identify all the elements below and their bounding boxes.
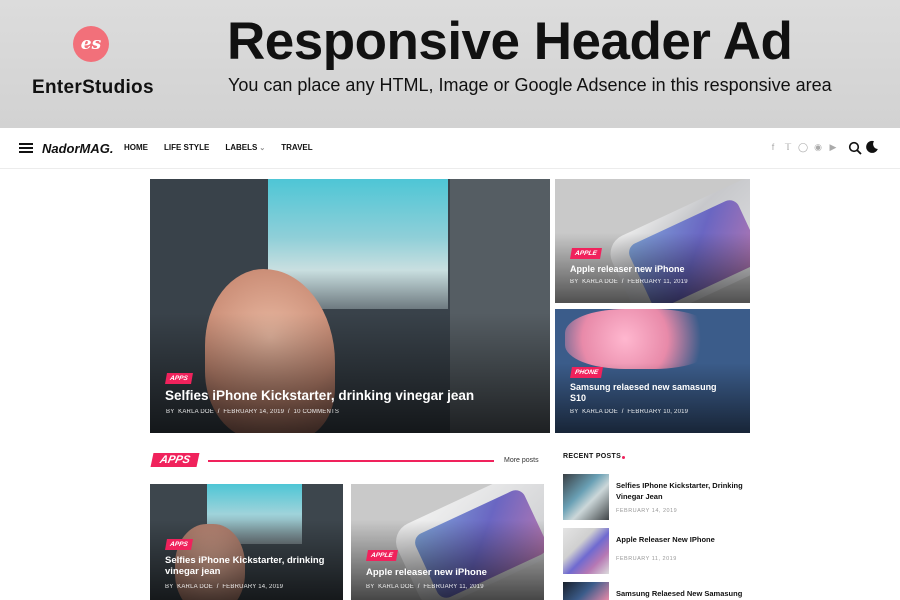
meta-date: FEBRUARY 14, 2019 (222, 584, 284, 590)
post-category-tag[interactable]: APPS (165, 539, 193, 550)
meta-author[interactable]: KARLA DOE (582, 409, 618, 415)
meta-comments[interactable]: 10 COMMENTS (294, 409, 340, 415)
recent-post-thumbnail[interactable] (563, 474, 609, 520)
meta-by: BY (165, 584, 174, 590)
instagram-icon[interactable]: ◯ (798, 142, 808, 152)
top-navbar: NadorMAG. HOME LIFE STYLE LABELS ⌄ TRAVEL… (0, 128, 900, 169)
enterstudios-logo: es (73, 26, 109, 62)
recent-post-thumbnail[interactable] (563, 582, 609, 600)
post-category-tag[interactable]: APPS (165, 373, 193, 384)
section-divider-line (208, 460, 494, 462)
post-meta: BY KARLA DOE / FEBRUARY 11, 2019 (366, 584, 484, 590)
recent-post-title[interactable]: Apple Releaser New IPhone (616, 534, 751, 545)
site-brand[interactable]: NadorMAG. (42, 141, 114, 156)
header-ad-banner[interactable]: es EnterStudios Responsive Header Ad You… (0, 0, 900, 128)
logo-text: es (80, 34, 102, 54)
post-category-tag[interactable]: APPLE (366, 550, 398, 561)
ad-title: Responsive Header Ad (227, 12, 793, 71)
menu-item-labels[interactable]: LABELS ⌄ (225, 143, 265, 152)
meta-by: BY (366, 584, 375, 590)
recent-post-title[interactable]: Samsung Relaesed New Samasung (616, 588, 751, 599)
menu-item-travel[interactable]: TRAVEL (281, 143, 312, 152)
meta-author[interactable]: KARLA DOE (178, 409, 214, 415)
twitter-icon[interactable]: 𝕋 (783, 142, 793, 152)
recent-posts-heading: RECENT POSTS (563, 453, 622, 460)
chevron-down-icon: ⌄ (259, 145, 266, 152)
more-posts-link[interactable]: More posts (504, 457, 539, 464)
meta-by: BY (570, 409, 579, 415)
featured-side-post[interactable]: APPLE Apple releaser new iPhone BY KARLA… (555, 179, 750, 303)
social-links: f 𝕋 ◯ ◉ ▶ (768, 142, 838, 152)
main-menu: HOME LIFE STYLE LABELS ⌄ TRAVEL (124, 143, 329, 152)
post-title[interactable]: Apple releaser new iPhone (366, 567, 487, 578)
ad-subtitle: You can place any HTML, Image or Google … (228, 75, 832, 95)
recent-post-date: FEBRUARY 11, 2019 (616, 556, 677, 562)
meta-date: FEBRUARY 10, 2019 (627, 409, 689, 415)
post-title[interactable]: Apple releaser new iPhone (570, 264, 685, 275)
post-category-tag[interactable]: PHONE (570, 367, 604, 378)
post-title[interactable]: Selfies iPhone Kickstarter, drinking vin… (165, 388, 474, 404)
meta-date: FEBRUARY 11, 2019 (423, 584, 484, 590)
apps-post-card[interactable]: APPS Selfies iPhone Kickstarter, drinkin… (150, 484, 343, 600)
post-image-nails (565, 309, 715, 369)
recent-post-thumbnail[interactable] (563, 528, 609, 574)
github-icon[interactable]: ◉ (813, 142, 823, 152)
post-title[interactable]: Samsung relaesed new samasung S10 (570, 382, 720, 404)
recent-post-item[interactable]: Samsung Relaesed New Samasung (563, 582, 753, 600)
meta-author[interactable]: KARLA DOE (177, 584, 213, 590)
meta-author[interactable]: KARLA DOE (378, 584, 414, 590)
meta-date: FEBRUARY 11, 2019 (627, 279, 688, 285)
featured-side-post[interactable]: PHONE Samsung relaesed new samasung S10 … (555, 309, 750, 433)
menu-item-life-style[interactable]: LIFE STYLE (164, 143, 209, 152)
hero-overlay (150, 313, 550, 433)
recent-post-item[interactable]: Apple Releaser New IPhone FEBRUARY 11, 2… (563, 528, 753, 574)
facebook-icon[interactable]: f (768, 142, 778, 152)
search-icon[interactable] (848, 141, 862, 155)
section-label-apps[interactable]: APPS (150, 453, 200, 467)
apps-post-card[interactable]: APPLE Apple releaser new iPhone BY KARLA… (351, 484, 544, 600)
recent-post-item[interactable]: Selfies IPhone Kickstarter, Drinking Vin… (563, 474, 753, 520)
menu-item-home[interactable]: HOME (124, 143, 148, 152)
post-meta: BY KARLA DOE / FEBRUARY 10, 2019 (570, 409, 689, 415)
recent-post-date: FEBRUARY 14, 2019 (616, 508, 678, 514)
post-category-tag[interactable]: APPLE (570, 248, 602, 259)
featured-main-post[interactable]: APPS Selfies iPhone Kickstarter, drinkin… (150, 179, 550, 433)
post-meta: BY KARLA DOE / FEBRUARY 14, 2019 / 10 CO… (166, 409, 340, 415)
post-title[interactable]: Selfies iPhone Kickstarter, drinking vin… (165, 555, 335, 578)
meta-author[interactable]: KARLA DOE (582, 279, 618, 285)
meta-date: FEBRUARY 14, 2019 (223, 409, 285, 415)
meta-by: BY (166, 409, 175, 415)
recent-post-title[interactable]: Selfies IPhone Kickstarter, Drinking Vin… (616, 480, 751, 503)
ad-brand-name: EnterStudios (32, 77, 154, 98)
dark-mode-moon-icon[interactable] (865, 140, 879, 154)
post-meta: BY KARLA DOE / FEBRUARY 14, 2019 (165, 584, 284, 590)
meta-by: BY (570, 279, 579, 285)
post-meta: BY KARLA DOE / FEBRUARY 11, 2019 (570, 279, 688, 285)
hamburger-menu-icon[interactable] (19, 143, 33, 153)
menu-item-labels-text: LABELS (225, 143, 258, 152)
youtube-icon[interactable]: ▶ (828, 142, 838, 152)
recent-heading-dot (622, 456, 625, 459)
